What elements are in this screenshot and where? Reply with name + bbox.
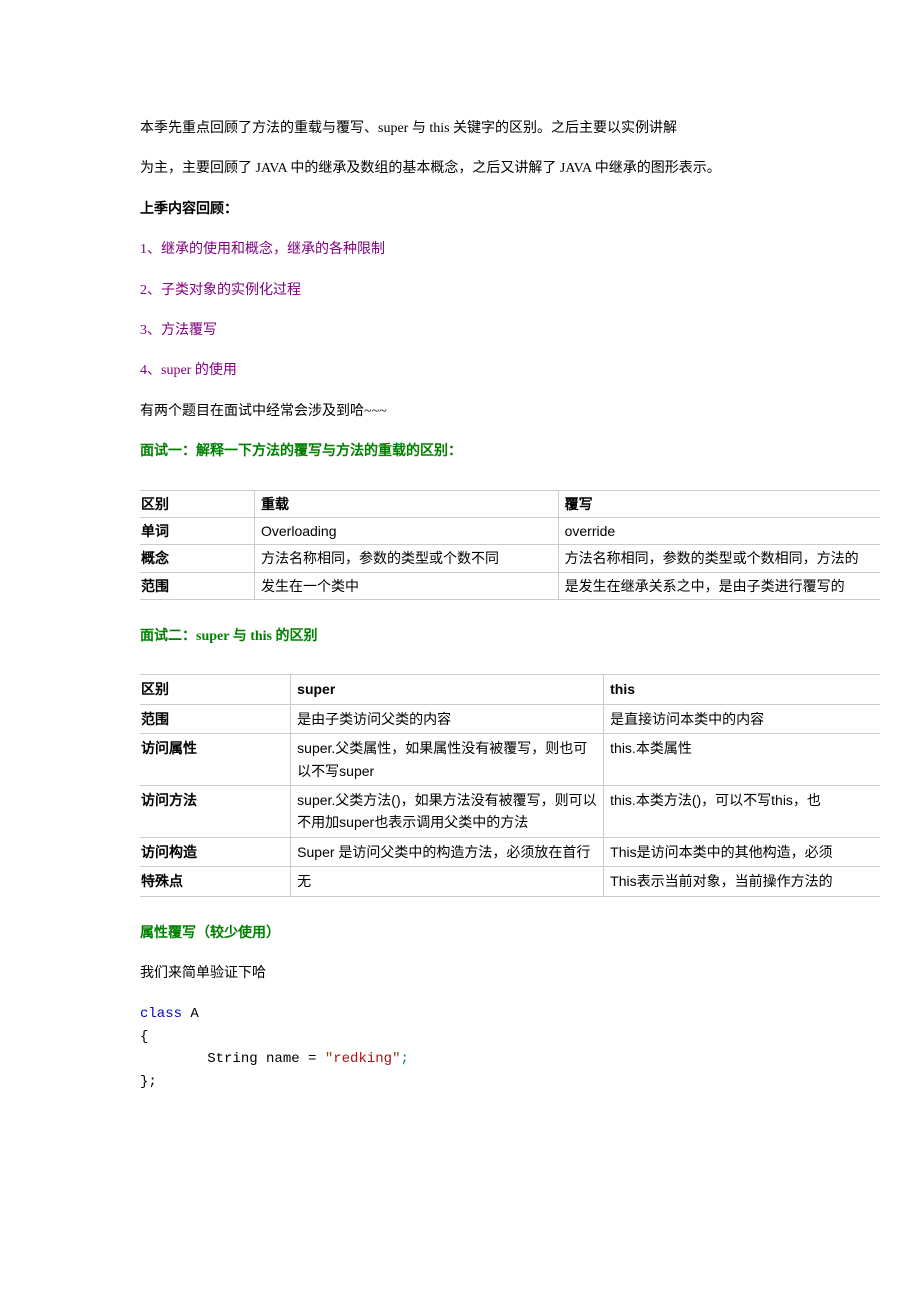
table-row: 概念 方法名称相同，参数的类型或个数不同 方法名称相同，参数的类型或个数相同，方… [140, 545, 880, 572]
code-line: }; [140, 1071, 880, 1093]
attr-override-text: 我们来简单验证下哈 [140, 963, 880, 985]
table-cell: 访问构造 [140, 837, 291, 866]
table-row: 特殊点 无 This表示当前对象，当前操作方法的 [140, 867, 880, 896]
code-string: redking [333, 1051, 392, 1067]
review-item-3: 3、方法覆写 [140, 320, 880, 342]
table-cell: 单词 [140, 517, 255, 544]
table-header-cell: this [604, 675, 880, 704]
interview2-title: 面试二：super 与 this 的区别 [140, 626, 880, 648]
table-cell: 范围 [140, 572, 255, 599]
table-cell: override [558, 517, 880, 544]
interview-intro: 有两个题目在面试中经常会涉及到哈~~~ [140, 401, 880, 423]
attr-override-title: 属性覆写（较少使用） [140, 923, 880, 945]
intro-line1: 本季先重点回顾了方法的重载与覆写、super 与 this 关键字的区别。之后主… [140, 118, 880, 140]
table-cell: 是发生在继承关系之中，是由子类进行覆写的 [558, 572, 880, 599]
review-item-1: 1、继承的使用和概念，继承的各种限制 [140, 239, 880, 261]
table-cell: Super 是访问父类中的构造方法，必须放在首行 [291, 837, 604, 866]
section-review-title: 上季内容回顾： [140, 199, 880, 221]
code-line: class A [140, 1003, 880, 1025]
code-indent [140, 1051, 207, 1067]
table-cell: 无 [291, 867, 604, 896]
table-overload-vs-override: 区别 重载 覆写 单词 Overloading override 概念 方法名称… [140, 490, 880, 601]
table-row: 单词 Overloading override [140, 517, 880, 544]
table-row: 范围 发生在一个类中 是发生在继承关系之中，是由子类进行覆写的 [140, 572, 880, 599]
table-row: 访问属性 super.父类属性，如果属性没有被覆写，则也可以不写super th… [140, 734, 880, 786]
table-header-cell: 区别 [140, 490, 255, 517]
code-text: String name = [207, 1051, 325, 1067]
table-row: 访问构造 Super 是访问父类中的构造方法，必须放在首行 This是访问本类中… [140, 837, 880, 866]
table-cell: 特殊点 [140, 867, 291, 896]
table-cell: 方法名称相同，参数的类型或个数不同 [255, 545, 559, 572]
interview1-title: 面试一：解释一下方法的覆写与方法的重载的区别： [140, 441, 880, 463]
table-cell: 访问方法 [140, 786, 291, 838]
table-header-cell: 区别 [140, 675, 291, 704]
intro-line2: 为主，主要回顾了 JAVA 中的继承及数组的基本概念，之后又讲解了 JAVA 中… [140, 158, 880, 180]
table-cell: 是由子类访问父类的内容 [291, 704, 604, 733]
table-cell: super.父类方法()，如果方法没有被覆写，则可以不用加super也表示调用父… [291, 786, 604, 838]
table-header-cell: 覆写 [558, 490, 880, 517]
table-header-cell: super [291, 675, 604, 704]
table-cell: Overloading [255, 517, 559, 544]
table-cell: 是直接访问本类中的内容 [604, 704, 880, 733]
code-string-quote: " [325, 1051, 333, 1067]
table-cell: this.本类属性 [604, 734, 880, 786]
table-row: 区别 super this [140, 675, 880, 704]
review-item-2: 2、子类对象的实例化过程 [140, 280, 880, 302]
code-class-name: A [182, 1006, 199, 1022]
table-row: 访问方法 super.父类方法()，如果方法没有被覆写，则可以不用加super也… [140, 786, 880, 838]
review-item-4: 4、super 的使用 [140, 360, 880, 382]
code-keyword: class [140, 1006, 182, 1022]
table-cell: 方法名称相同，参数的类型或个数相同，方法的 [558, 545, 880, 572]
table-cell: 范围 [140, 704, 291, 733]
code-line: { [140, 1026, 880, 1048]
table-cell: super.父类属性，如果属性没有被覆写，则也可以不写super [291, 734, 604, 786]
table-cell: 访问属性 [140, 734, 291, 786]
table-cell: this.本类方法()，可以不写this，也 [604, 786, 880, 838]
table-cell: This表示当前对象，当前操作方法的 [604, 867, 880, 896]
table-cell: 发生在一个类中 [255, 572, 559, 599]
table-header-cell: 重载 [255, 490, 559, 517]
table-super-vs-this: 区别 super this 范围 是由子类访问父类的内容 是直接访问本类中的内容… [140, 674, 880, 896]
table-row: 范围 是由子类访问父类的内容 是直接访问本类中的内容 [140, 704, 880, 733]
table-cell: 概念 [140, 545, 255, 572]
code-block: class A { String name = "redking"; }; [140, 1003, 880, 1093]
table-row: 区别 重载 覆写 [140, 490, 880, 517]
code-semicolon: ; [400, 1051, 408, 1067]
code-line: String name = "redking"; [140, 1048, 880, 1070]
table-cell: This是访问本类中的其他构造，必须 [604, 837, 880, 866]
